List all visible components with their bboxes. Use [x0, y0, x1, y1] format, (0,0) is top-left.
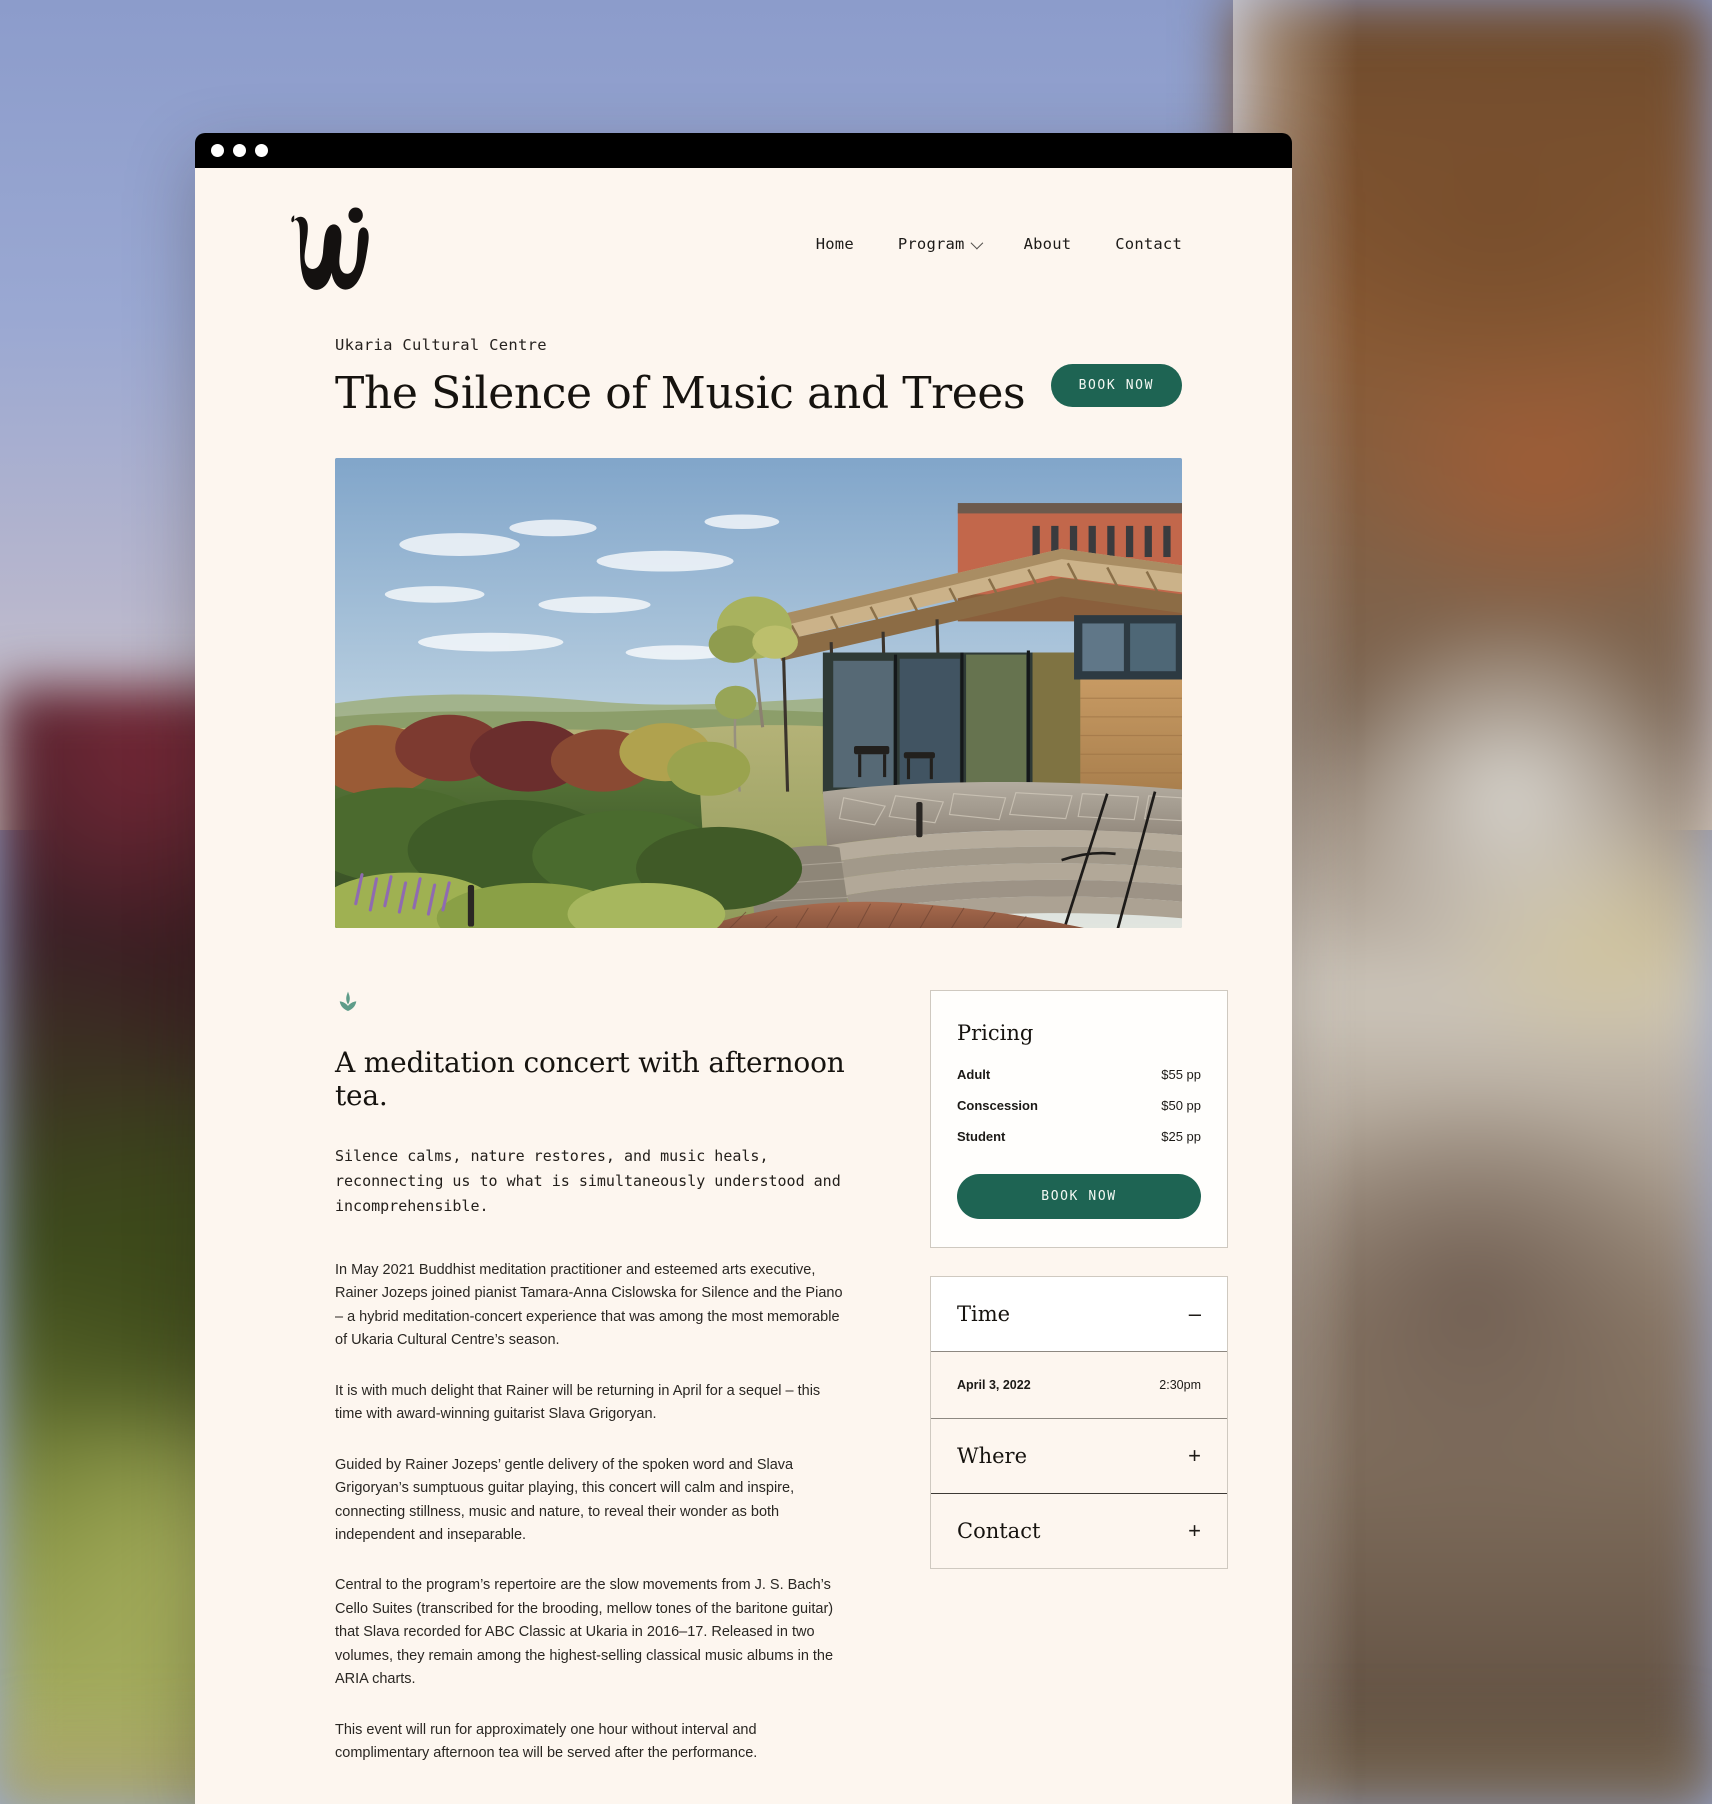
accordion-header-contact[interactable]: Contact + — [931, 1493, 1227, 1568]
hero-image — [335, 458, 1182, 929]
event-time: 2:30pm — [1159, 1378, 1201, 1393]
pricing-value: $55 pp — [1161, 1067, 1201, 1083]
maximize-dot-icon[interactable] — [255, 144, 268, 157]
pricing-label: Conscession — [957, 1098, 1038, 1114]
article-lede: Silence calms, nature restores, and musi… — [335, 1147, 841, 1215]
header-book-now-button[interactable]: BOOK NOW — [1050, 364, 1182, 407]
nav-item-program[interactable]: Program — [897, 235, 983, 253]
hero-illustration — [335, 458, 1182, 929]
chevron-down-icon — [970, 236, 983, 249]
article-heading: A meditation concert with afternoon tea. — [335, 1046, 845, 1113]
pricing-book-now-button[interactable]: BOOK NOW — [957, 1174, 1201, 1220]
accordion-body-time: April 3, 2022 2:30pm — [931, 1352, 1227, 1420]
accordion-title-where: Where — [957, 1444, 1028, 1469]
content-area: A meditation concert with afternoon tea.… — [195, 928, 1292, 1804]
backdrop-right-fade — [1232, 0, 1712, 1804]
plus-icon: + — [1188, 1443, 1201, 1469]
plus-icon: + — [1188, 1518, 1201, 1544]
venue-eyebrow: Ukaria Cultural Centre — [335, 336, 547, 354]
page-viewport: Home Program About Contact Ukaria Cultur… — [195, 168, 1292, 1804]
site-header: Home Program About Contact — [195, 168, 1292, 290]
sidebar-column: Pricing Adult $55 pp Conscession $50 pp … — [930, 990, 1228, 1570]
close-dot-icon[interactable] — [211, 144, 224, 157]
w-logo-icon[interactable] — [275, 196, 371, 292]
pricing-title: Pricing — [957, 1021, 1034, 1046]
nav-label-contact: Contact — [1115, 235, 1182, 253]
browser-window: Home Program About Contact Ukaria Cultur… — [195, 133, 1292, 1804]
minus-icon: – — [1188, 1301, 1201, 1327]
accordion-header-time[interactable]: Time – — [931, 1277, 1227, 1353]
nav-label-program: Program — [897, 235, 965, 253]
nav-label-about: About — [1023, 235, 1072, 253]
article-paragraph: Guided by Rainer Jozeps’ gentle delivery… — [335, 1456, 795, 1543]
event-title-block: Ukaria Cultural Centre The Silence of Mu… — [195, 288, 1292, 418]
accordion-header-where[interactable]: Where + — [931, 1419, 1227, 1493]
article-paragraph: In May 2021 Buddhist meditation practiti… — [335, 1261, 843, 1349]
article-paragraph: This event will run for approximately on… — [335, 1721, 758, 1762]
minimize-dot-icon[interactable] — [233, 144, 246, 157]
pricing-card: Pricing Adult $55 pp Conscession $50 pp … — [930, 990, 1228, 1249]
article-paragraph: It is with much delight that Rainer will… — [335, 1382, 821, 1423]
nav-label-home: Home — [815, 235, 854, 253]
event-date: April 3, 2022 — [957, 1378, 1031, 1393]
article-paragraph: Central to the program’s repertoire are … — [335, 1577, 834, 1688]
event-details-accordion: Time – April 3, 2022 2:30pm Where + Cont… — [930, 1276, 1228, 1570]
pricing-value: $50 pp — [1161, 1098, 1201, 1114]
pricing-row: Adult $55 pp — [957, 1067, 1201, 1082]
pricing-row: Student $25 pp — [957, 1129, 1201, 1144]
pricing-label: Adult — [957, 1067, 991, 1083]
accordion-title-time: Time — [957, 1302, 1011, 1327]
pricing-value: $25 pp — [1161, 1129, 1201, 1145]
pricing-row: Conscession $50 pp — [957, 1098, 1201, 1113]
accordion-title-contact: Contact — [957, 1519, 1041, 1544]
nav-item-about[interactable]: About — [1024, 235, 1072, 253]
article-column: A meditation concert with afternoon tea.… — [335, 990, 850, 1804]
nav-item-contact[interactable]: Contact — [1115, 235, 1182, 253]
page-title: The Silence of Music and Trees — [335, 368, 1026, 419]
event-title-text-group: Ukaria Cultural Centre The Silence of Mu… — [335, 336, 1026, 419]
browser-titlebar — [195, 133, 1292, 168]
lotus-icon — [339, 991, 357, 1012]
main-navigation: Home Program About Contact — [816, 235, 1182, 253]
nav-item-home[interactable]: Home — [816, 235, 854, 253]
pricing-label: Student — [957, 1129, 1006, 1145]
